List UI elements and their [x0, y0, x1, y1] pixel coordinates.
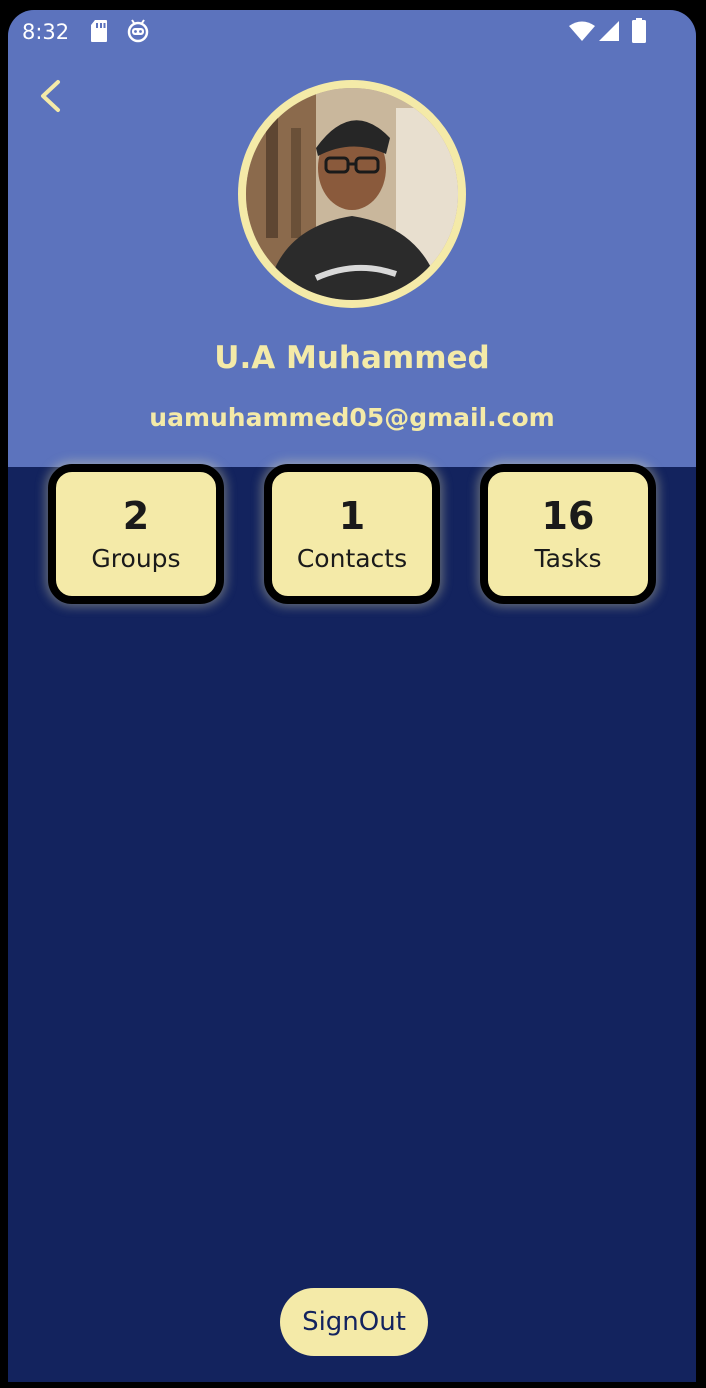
signal-icon [599, 21, 619, 41]
chevron-left-icon [41, 80, 60, 112]
signout-button[interactable]: SignOut [280, 1288, 428, 1356]
status-time: 8:32 [22, 20, 70, 44]
tasks-stat-card[interactable]: 16 Tasks [480, 464, 656, 604]
status-bar: 8:32 [8, 10, 696, 54]
tasks-count: 16 [541, 494, 595, 538]
sd-card-icon [91, 20, 107, 42]
profile-screen: 8:32 U.A Muhammed uamuhammed05@gmail.com… [8, 10, 696, 1382]
groups-stat-card[interactable]: 2 Groups [48, 464, 224, 604]
robot-icon [127, 19, 149, 43]
battery-icon [632, 18, 646, 43]
contacts-label: Contacts [296, 544, 408, 573]
groups-count: 2 [122, 494, 150, 538]
user-name: U.A Muhammed [214, 340, 490, 376]
avatar [238, 80, 466, 308]
back-button[interactable] [30, 74, 74, 118]
user-email: uamuhammed05@gmail.com [149, 403, 555, 432]
profile-header: 8:32 U.A Muhammed uamuhammed05@gmail.com [8, 10, 696, 467]
profile-photo [246, 88, 458, 300]
contacts-count: 1 [338, 494, 366, 538]
contacts-stat-card[interactable]: 1 Contacts [264, 464, 440, 604]
tasks-label: Tasks [534, 544, 602, 573]
groups-label: Groups [91, 544, 181, 573]
wifi-icon [569, 21, 595, 41]
